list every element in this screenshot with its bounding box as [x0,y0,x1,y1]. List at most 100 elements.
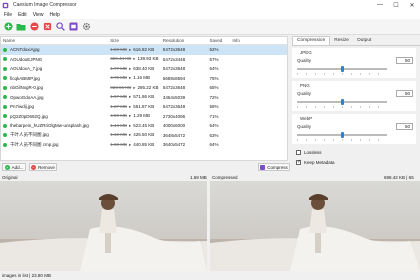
quality-slider-thumb[interactable] [340,65,344,72]
app-window: Caesium Image Compressor — ☐ ✕ File Edit… [0,0,420,280]
menu-view[interactable]: View [33,12,44,18]
compressed-size: 1.16 MB [133,75,151,81]
file-list[interactable]: Name Size Resolution Saved Info ACNTdoxi… [0,36,288,161]
column-size[interactable]: Size [107,38,160,43]
table-row[interactable]: nbGilNxgR-0.jpg 823.66 KB ▸ 286.22 KB 5472x3… [1,83,287,93]
compress-icon [260,164,266,170]
file-name: thebarpein_hUZRriOlgMw-unsplash.jpg [10,123,89,129]
compressed-size: 698.42 KB | 65 [384,175,414,180]
add-icon [3,22,13,31]
lossless-checkbox-box[interactable] [296,150,301,155]
compress-button-toolbar[interactable] [68,22,78,32]
arrow-right-icon: ▸ [129,141,132,147]
quality-label: Quality [297,91,312,96]
status-bar: images in list | 23.80 MB [0,271,420,280]
file-name-cell: AOUdooEJPNG [1,57,107,62]
saved-cell: 71% [209,113,219,119]
original-preview[interactable] [0,181,207,271]
add-files-button[interactable] [3,22,13,32]
preview-button[interactable] [55,22,65,32]
file-name: nbGilNxgR-0.jpg [10,85,44,91]
compressed-size: 1.29 MB [133,113,151,119]
compressed-size: 426.50 KB [133,132,155,138]
tab-resize[interactable]: Resize [330,37,353,45]
file-size-cell: 1.03 MB ▸ 440.85 KB [107,142,160,148]
table-row[interactable]: thebarpein_hUZRriOlgMw-unsplash.jpg 1.44 … [1,121,287,131]
arrow-right-icon: ▸ [129,103,132,109]
menu-file[interactable]: File [4,12,12,18]
tab-output[interactable]: Output [353,37,375,45]
resolution-cell: 4000x6000 [162,123,186,129]
add-icon: + [4,164,10,170]
toolbar [0,19,420,35]
status-ok-icon [3,95,7,100]
original-size: 823.66 KB [110,84,132,90]
resolution-cell: 3640x5472 [162,142,186,148]
format-name: JPEG [300,50,312,55]
table-row[interactable]: OpwoGdoAA.jpg 1.97 MB ▸ 571.86 KB 3464x5039 7… [1,93,287,103]
status-ok-icon [3,114,7,119]
maximize-button[interactable]: ☐ [388,0,404,10]
file-name: AOUdooEJPNG [10,56,43,62]
compressed-preview[interactable] [210,181,420,271]
menu-help[interactable]: Help [49,12,59,18]
file-name: ficqkABMIP.jpg [10,75,40,81]
quality-slider-thumb[interactable] [340,131,344,138]
resolution-cell: 3648x5472 [162,132,186,138]
table-row[interactable]: AOUdoxA_7.jpg 1.77 MB ▸ 638.40 KB 5472x3648 6… [1,64,287,74]
original-size: 1.77 MB [110,65,127,71]
settings-button[interactable] [81,22,91,32]
table-row[interactable]: Pn7iwdij.jpg 1.27 MB ▸ 551.87 KB 5472x3648 58… [1,102,287,112]
table-row[interactable]: pQ2Z0pD692Q.jpg 4.50 MB ▸ 1.29 MB 2730x4096 7… [1,112,287,122]
quality-spinbox[interactable]: 50 [396,123,413,130]
quality-slider-thumb[interactable] [340,98,344,105]
close-button[interactable]: ✕ [404,0,420,10]
table-row[interactable]: 千叶人员不同图 cmp.jpg 1.03 MB ▸ 440.85 KB 3640x547… [1,140,287,150]
add-button-label: Add... [11,164,24,170]
file-name-cell: nbGilNxgR-0.jpg [1,85,107,90]
clear-list-button[interactable] [42,22,52,32]
saved-cell: 65% [209,85,219,91]
compress-button[interactable]: Compress [258,163,290,171]
file-name-cell: 千叶人员不同图.jpg [1,132,107,138]
original-size: 1.97 MB [110,94,127,100]
quality-spinbox[interactable]: 50 [396,90,413,97]
remove-button[interactable]: − Remove [29,163,57,171]
file-size-cell: 1.27 MB ▸ 551.87 KB [107,104,160,110]
menu-edit[interactable]: Edit [18,12,27,18]
file-name-cell: Pn7iwdij.jpg [1,104,107,109]
table-row[interactable]: 千叶人员不同图.jpg 1.13 MB ▸ 426.50 KB 3648x5472 63% [1,131,287,141]
file-size-cell: 1.77 MB ▸ 638.40 KB [107,66,160,72]
file-name: Pn7iwdij.jpg [10,104,35,110]
arrow-right-icon: ▸ [129,46,132,52]
lossless-checkbox[interactable]: Lossless [296,150,322,155]
status-ok-icon [3,47,7,52]
column-saved[interactable]: Saved [207,38,230,43]
original-size: 1.44 MB [110,122,127,128]
status-ok-icon [3,66,7,71]
column-resolution[interactable]: Resolution [160,38,207,43]
minimize-button[interactable]: — [372,0,388,10]
saved-cell: 64% [209,123,219,129]
keep-metadata-checkbox-box[interactable] [296,159,301,165]
resolution-cell: 5472x3648 [162,66,186,72]
quality-slider-ticks [297,106,387,108]
window-controls: — ☐ ✕ [372,0,420,10]
add-button[interactable]: + Add... [2,163,26,171]
original-size: 1.13 MB [110,132,127,138]
quality-spinbox[interactable]: 50 [396,57,413,64]
table-row[interactable]: AOUdooEJPNG 326.44 KB ▸ 139.93 KB 5472x3448 5… [1,55,287,65]
file-name-cell: pQ2Z0pD692Q.jpg [1,114,107,119]
file-name: OpwoGdoAA.jpg [10,94,44,100]
original-size: 1.03 MB [110,141,127,147]
column-info[interactable]: Info [229,38,287,43]
column-name[interactable]: Name [1,38,107,43]
keep-metadata-checkbox[interactable]: Keep Metadata [296,159,335,165]
file-size-cell: 1.59 MB ▸ 616.82 KB [107,47,160,53]
table-row[interactable]: ficqkABMIP.jpg 4.75 MB ▸ 1.16 MB 5689x8594 75… [1,74,287,84]
tab-compression[interactable]: Compression [292,36,331,45]
remove-button-toolbar[interactable] [29,22,39,32]
quality-label: Quality [297,58,312,63]
table-row[interactable]: ACNTdoxiAjpg 1.59 MB ▸ 616.82 KB 5472x3648 62… [1,45,287,55]
open-folder-button[interactable] [16,22,26,32]
